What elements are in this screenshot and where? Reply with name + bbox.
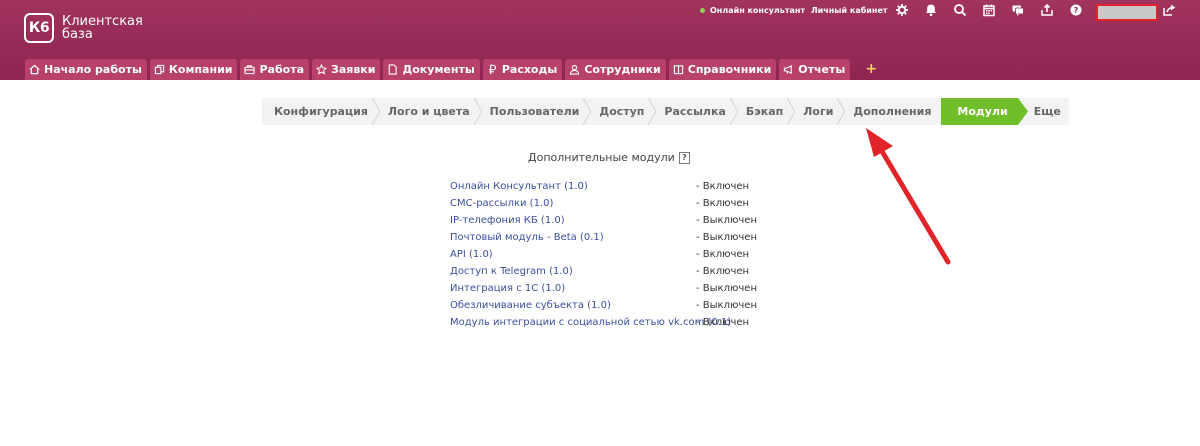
module-link[interactable]: Почтовый модуль - Beta (0.1) bbox=[450, 232, 604, 243]
tab-label: Расходы bbox=[501, 63, 558, 76]
module-status: - Включен bbox=[696, 181, 750, 192]
step-addons[interactable]: Дополнения bbox=[841, 98, 939, 125]
app-header: К6 Клиентская база Онлайн консультант Ли… bbox=[0, 0, 1200, 80]
modules-section-title: Дополнительные модули ? bbox=[528, 151, 690, 164]
module-link[interactable]: СМС-рассылки (1.0) bbox=[450, 198, 553, 209]
list-item: IP-телефония КБ (1.0) - Выключен bbox=[450, 215, 770, 232]
step-label: Бэкап bbox=[745, 105, 784, 118]
tab-home[interactable]: Начало работы bbox=[25, 59, 147, 80]
module-status: - Выключен bbox=[696, 215, 757, 226]
employees-icon bbox=[570, 65, 580, 75]
tab-label: Отчеты bbox=[798, 63, 846, 76]
module-link[interactable]: Модуль интеграции с социальной сетью vk.… bbox=[450, 317, 731, 328]
logout-icon[interactable] bbox=[1162, 3, 1176, 17]
tab-documents[interactable]: Документы bbox=[383, 59, 480, 80]
step-label: Дополнения bbox=[853, 105, 932, 118]
personal-cabinet-link[interactable]: Личный кабинет bbox=[811, 6, 888, 15]
top-bar: Онлайн консультант Личный кабинет ? bbox=[0, 0, 1200, 22]
step-users[interactable]: Пользователи bbox=[478, 98, 592, 125]
step-backup[interactable]: Бэкап bbox=[734, 98, 796, 125]
work-icon bbox=[244, 65, 256, 75]
list-item: СМС-рассылки (1.0) - Включен bbox=[450, 198, 770, 215]
list-item: Онлайн Консультант (1.0) - Включен bbox=[450, 181, 770, 198]
svg-text:?: ? bbox=[1074, 6, 1079, 15]
module-link[interactable]: API (1.0) bbox=[450, 249, 493, 260]
tab-label: Сотрудники bbox=[584, 63, 661, 76]
tab-label: Заявки bbox=[331, 63, 376, 76]
online-status-dot bbox=[700, 8, 705, 13]
step-label: Пользователи bbox=[489, 105, 580, 118]
home-icon bbox=[29, 64, 40, 75]
module-status: - Включен bbox=[696, 317, 750, 328]
module-link[interactable]: Доступ к Telegram (1.0) bbox=[450, 266, 573, 277]
step-mailing[interactable]: Рассылка bbox=[652, 98, 738, 125]
tab-label: Справочники bbox=[687, 63, 772, 76]
book-icon bbox=[673, 65, 683, 75]
module-status: - Включен bbox=[696, 249, 750, 260]
list-item: Интеграция с 1С (1.0) - Выключен bbox=[450, 283, 770, 300]
help-button[interactable]: ? bbox=[678, 151, 690, 164]
modules-list: Онлайн Консультант (1.0) - Включен СМС-р… bbox=[450, 181, 770, 334]
online-consultant-link[interactable]: Онлайн консультант bbox=[700, 6, 805, 15]
step-label: Конфигурация bbox=[274, 105, 368, 118]
step-label: Модули bbox=[957, 105, 1008, 118]
tab-companies[interactable]: Компании bbox=[149, 59, 238, 80]
online-consultant-label: Онлайн консультант bbox=[710, 6, 806, 15]
module-link[interactable]: Онлайн Консультант (1.0) bbox=[450, 181, 588, 192]
step-more[interactable]: Еще bbox=[1018, 98, 1069, 125]
chat-icon[interactable] bbox=[1011, 3, 1025, 17]
companies-icon bbox=[154, 64, 165, 75]
main-nav-tabs: Начало работы Компании Работа Заявки Док… bbox=[25, 59, 877, 80]
module-status: - Выключен bbox=[696, 283, 757, 294]
step-label: Еще bbox=[1033, 105, 1061, 118]
add-tab-button[interactable]: + bbox=[865, 59, 877, 80]
tab-expenses[interactable]: Расходы bbox=[482, 59, 563, 80]
tab-reports[interactable]: Отчеты bbox=[779, 59, 851, 80]
tab-employees[interactable]: Сотрудники bbox=[565, 59, 666, 80]
tab-directories[interactable]: Справочники bbox=[668, 59, 777, 80]
list-item: API (1.0) - Включен bbox=[450, 249, 770, 266]
step-access[interactable]: Доступ bbox=[587, 98, 657, 125]
search-icon[interactable] bbox=[953, 3, 967, 17]
document-icon bbox=[389, 64, 398, 75]
module-link[interactable]: Обезличивание субъекта (1.0) bbox=[450, 300, 611, 311]
logo-line-2: база bbox=[62, 27, 93, 42]
step-label: Доступ bbox=[599, 105, 645, 118]
user-account-button[interactable] bbox=[1096, 4, 1158, 21]
module-status: - Выключен bbox=[696, 300, 757, 311]
settings-breadcrumb-steps: Конфигурация Лого и цвета Пользователи Д… bbox=[262, 98, 1069, 125]
star-icon bbox=[316, 64, 328, 75]
step-modules[interactable]: Модули bbox=[941, 98, 1028, 125]
tab-label: Начало работы bbox=[44, 63, 142, 76]
tab-work[interactable]: Работа bbox=[240, 59, 310, 80]
step-label: Логи bbox=[803, 105, 834, 118]
module-link[interactable]: IP-телефония КБ (1.0) bbox=[450, 215, 565, 226]
upload-icon[interactable] bbox=[1040, 3, 1054, 17]
gear-icon[interactable] bbox=[895, 3, 909, 17]
megaphone-icon bbox=[784, 64, 793, 75]
module-status: - Выключен bbox=[696, 232, 757, 243]
expenses-icon bbox=[489, 64, 496, 75]
list-item: Доступ к Telegram (1.0) - Включен bbox=[450, 266, 770, 283]
tab-requests[interactable]: Заявки bbox=[312, 59, 381, 80]
list-item: Модуль интеграции с социальной сетью vk.… bbox=[450, 317, 770, 334]
step-label: Рассылка bbox=[664, 105, 726, 118]
module-status: - Включен bbox=[696, 198, 750, 209]
tab-label: Компании bbox=[168, 63, 233, 76]
tab-label: Работа bbox=[259, 63, 305, 76]
module-link[interactable]: Интеграция с 1С (1.0) bbox=[450, 283, 565, 294]
step-configuration[interactable]: Конфигурация bbox=[262, 98, 380, 125]
module-status: - Включен bbox=[696, 266, 750, 277]
tab-label: Документы bbox=[402, 63, 475, 76]
step-logs[interactable]: Логи bbox=[791, 98, 846, 125]
step-label: Лого и цвета bbox=[387, 105, 470, 118]
list-item: Обезличивание субъекта (1.0) - Выключен bbox=[450, 300, 770, 317]
bell-icon[interactable] bbox=[924, 3, 938, 17]
list-item: Почтовый модуль - Beta (0.1) - Выключен bbox=[450, 232, 770, 249]
modules-title-text: Дополнительные модули bbox=[528, 151, 675, 164]
step-logo-colors[interactable]: Лого и цвета bbox=[376, 98, 482, 125]
help-icon[interactable]: ? bbox=[1069, 3, 1083, 17]
calendar-icon[interactable] bbox=[982, 3, 996, 17]
